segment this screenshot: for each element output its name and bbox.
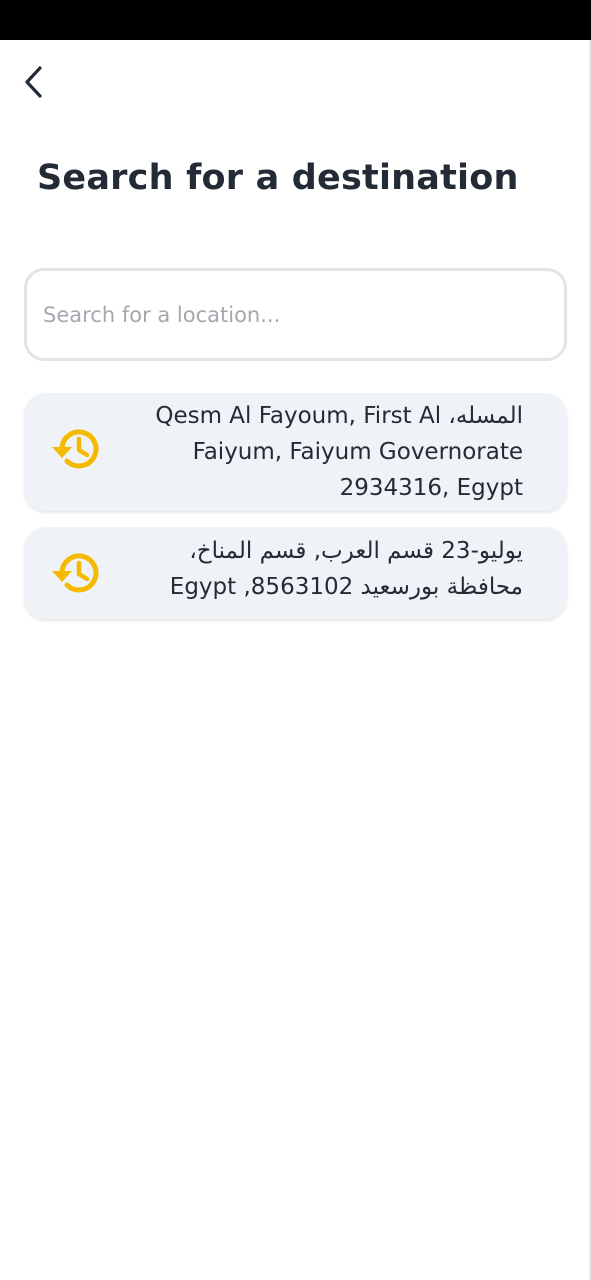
recent-location-address: يوليو-23 قسم العرب, قسم المناخ، محافظة ب… [169, 538, 523, 600]
search-input[interactable] [43, 271, 543, 358]
recent-location-item[interactable]: المسله، Qesm Al Fayoum, First Al Faiyum,… [24, 393, 567, 511]
search-box[interactable] [24, 268, 567, 361]
status-bar [0, 0, 591, 40]
history-icon [52, 429, 99, 469]
page-title: Search for a destination [37, 158, 519, 198]
history-icon [52, 553, 99, 593]
chevron-left-icon [25, 66, 42, 98]
back-button[interactable] [14, 60, 54, 104]
recent-location-item[interactable]: يوليو-23 قسم العرب, قسم المناخ، محافظة ب… [24, 527, 567, 619]
recent-location-address: المسله، Qesm Al Fayoum, First Al Faiyum,… [155, 403, 523, 501]
